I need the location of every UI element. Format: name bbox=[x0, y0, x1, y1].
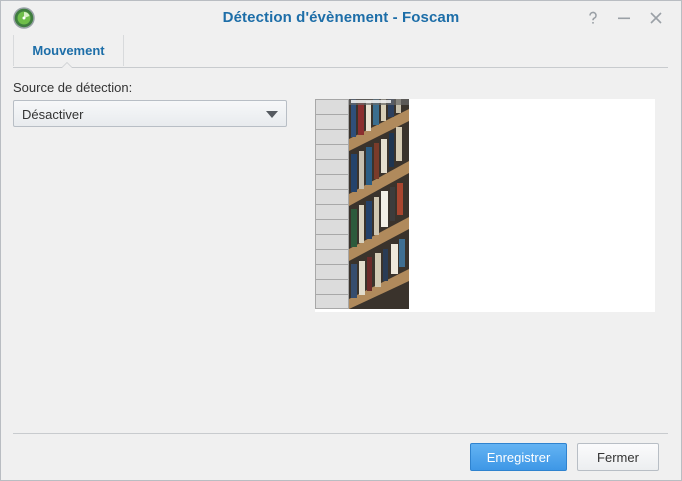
help-icon[interactable] bbox=[584, 9, 602, 27]
title-bar[interactable]: Détection d'évènement - Foscam bbox=[1, 1, 681, 35]
footer-divider bbox=[13, 433, 668, 434]
close-button[interactable]: Fermer bbox=[577, 443, 659, 471]
chevron-down-icon bbox=[266, 111, 278, 118]
active-tab-indicator bbox=[61, 62, 73, 68]
detection-source-label: Source de détection: bbox=[13, 80, 133, 95]
detection-source-value: Désactiver bbox=[22, 107, 84, 122]
camera-snapshot bbox=[349, 99, 409, 309]
detection-grid[interactable] bbox=[315, 99, 349, 309]
dialog-window: Détection d'évènement - Foscam Mouvement… bbox=[0, 0, 682, 481]
close-icon[interactable] bbox=[647, 9, 665, 27]
detection-source-select[interactable]: Désactiver bbox=[13, 100, 287, 127]
camera-preview-area bbox=[315, 99, 655, 312]
save-button[interactable]: Enregistrer bbox=[470, 443, 567, 471]
window-title: Détection d'évènement - Foscam bbox=[222, 9, 460, 26]
minimize-icon[interactable] bbox=[615, 9, 633, 27]
tab-bar: Mouvement bbox=[13, 35, 668, 68]
